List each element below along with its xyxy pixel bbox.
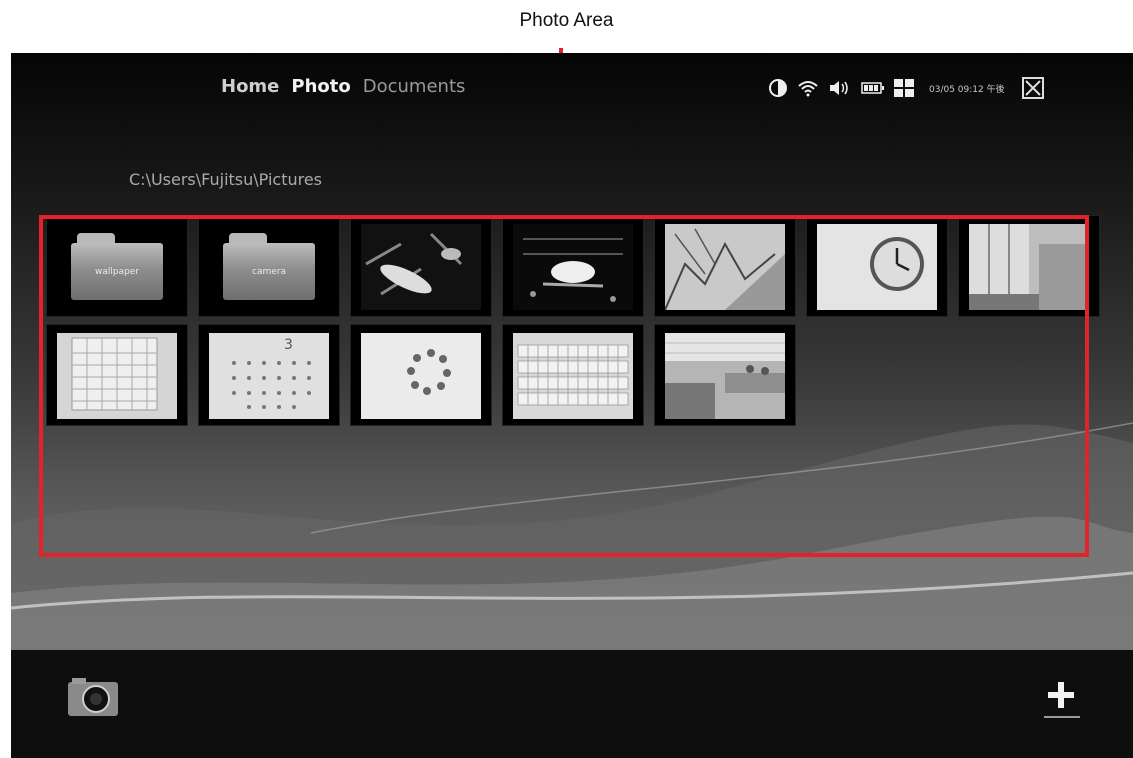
status-bar: 03/05 09:12 午後 <box>768 75 1044 101</box>
bottom-bar <box>11 650 1133 758</box>
plus-icon <box>1044 682 1080 718</box>
top-nav: Home Photo Documents <box>221 76 465 97</box>
nav-documents[interactable]: Documents <box>363 76 466 97</box>
volume-icon[interactable] <box>828 79 852 97</box>
camera-icon <box>68 678 118 716</box>
battery-icon <box>861 81 885 95</box>
device-screen: Home Photo Documents 03/05 09:12 午後 C:\U… <box>11 53 1133 758</box>
datetime-label: 03/05 09:12 午後 <box>929 84 1005 95</box>
add-button[interactable] <box>1042 674 1082 722</box>
grid-icon[interactable] <box>894 79 914 97</box>
photo-area-callout: Photo Area <box>519 10 614 31</box>
photo-area-frame <box>39 215 1089 557</box>
camera-button[interactable] <box>64 676 120 718</box>
folder-path: C:\Users\Fujitsu\Pictures <box>129 170 323 189</box>
nav-photo[interactable]: Photo <box>291 76 350 97</box>
brightness-icon[interactable] <box>768 78 788 98</box>
close-icon[interactable] <box>1021 77 1044 99</box>
nav-home[interactable]: Home <box>221 76 279 97</box>
wifi-icon[interactable] <box>797 79 819 97</box>
